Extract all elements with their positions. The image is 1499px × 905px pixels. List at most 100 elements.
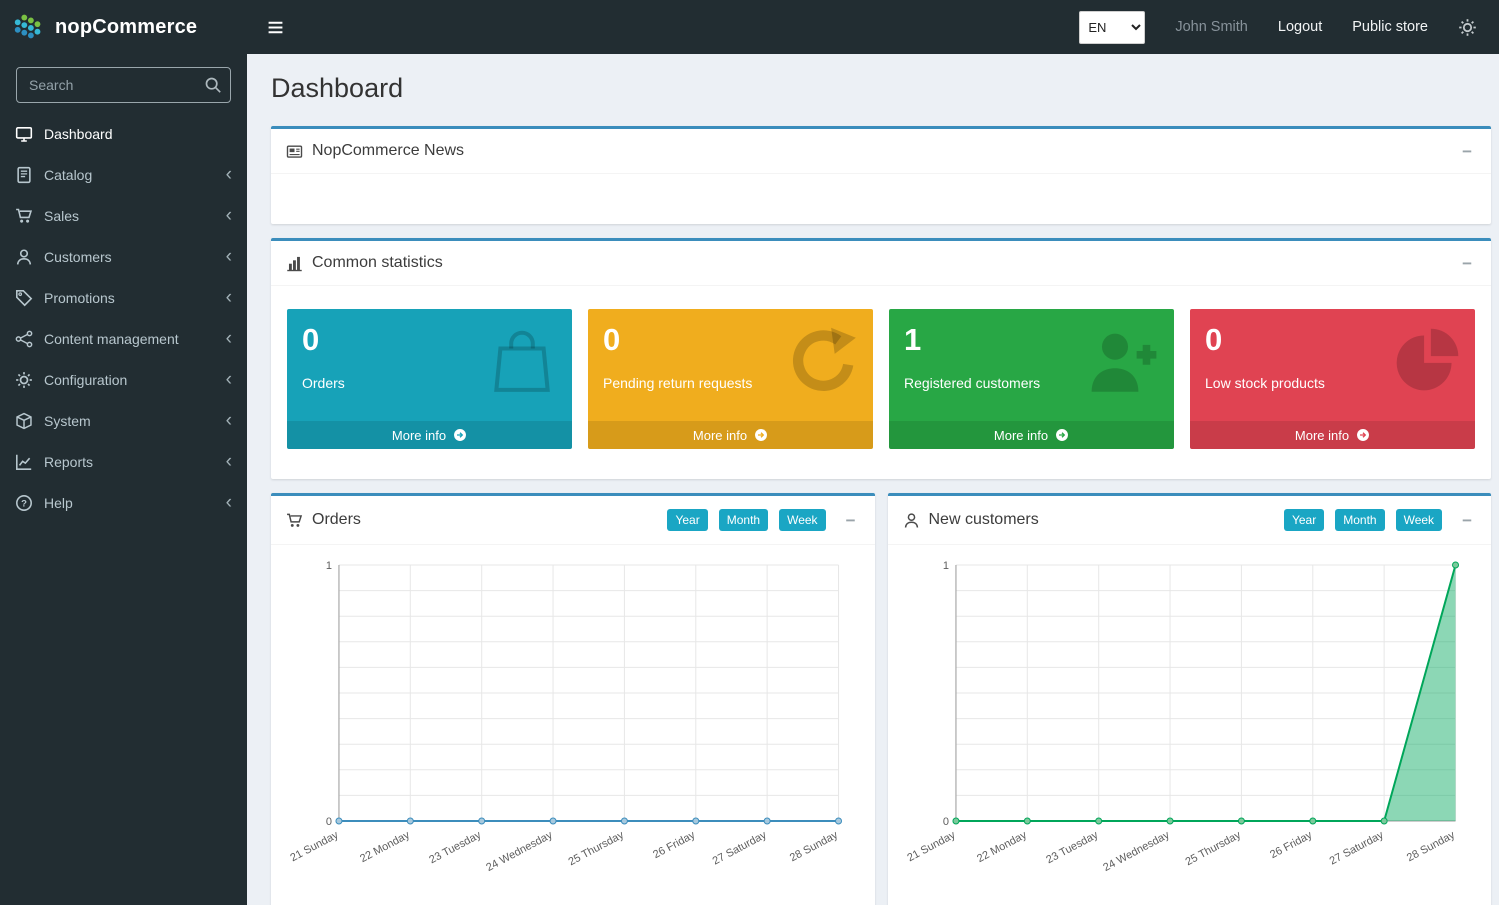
cart-icon [15, 207, 33, 225]
pie-chart-icon [1389, 326, 1461, 398]
more-info-link[interactable]: More info [1190, 421, 1475, 449]
new-customers-chart-panel: New customers Year Month Week − 0121 Sun… [888, 493, 1492, 905]
common-statistics-panel: Common statistics − 0 Orders More info 0… [271, 238, 1491, 479]
orders-chart-panel: Orders Year Month Week − 0121 Sunday22 M… [271, 493, 875, 905]
new-customers-chart-title: New customers [929, 511, 1039, 529]
svg-text:21 Sunday: 21 Sunday [905, 829, 957, 865]
sidebar-item-label: Configuration [44, 372, 127, 388]
svg-text:21 Sunday: 21 Sunday [288, 829, 340, 865]
sidebar-item-label: Catalog [44, 167, 92, 183]
sidebar-item-dashboard[interactable]: Dashboard [0, 113, 247, 154]
sidebar-item-system[interactable]: System ‹ [0, 400, 247, 441]
arrow-circle-right-icon [453, 428, 467, 442]
customers-year-button[interactable]: Year [1284, 509, 1324, 531]
arrow-circle-right-icon [1055, 428, 1069, 442]
customers-month-button[interactable]: Month [1335, 509, 1384, 531]
svg-text:22 Monday: 22 Monday [358, 829, 412, 865]
user-icon [15, 248, 33, 266]
public-store-link[interactable]: Public store [1352, 19, 1428, 35]
sidebar-item-label: Customers [44, 249, 112, 265]
sidebar: nopCommerce Dashboard Catalog ‹ Sales ‹ … [0, 0, 247, 905]
sidebar-item-content-management[interactable]: Content management ‹ [0, 318, 247, 359]
svg-text:25 Thursday: 25 Thursday [1183, 829, 1243, 868]
gear-icon[interactable] [1458, 18, 1477, 37]
pending-returns-stat-box: 0 Pending return requests More info [588, 309, 873, 449]
brand-logo[interactable]: nopCommerce [0, 0, 247, 54]
monitor-icon [15, 125, 33, 143]
svg-text:26 Friday: 26 Friday [651, 829, 697, 861]
orders-year-button[interactable]: Year [667, 509, 707, 531]
svg-text:28 Sunday: 28 Sunday [1404, 829, 1456, 865]
topbar: EN John Smith Logout Public store [247, 0, 1499, 54]
brand-name: nopCommerce [55, 16, 197, 39]
more-info-link[interactable]: More info [287, 421, 572, 449]
topbar-right: EN John Smith Logout Public store [1079, 11, 1499, 44]
sidebar-nav: Dashboard Catalog ‹ Sales ‹ Customers ‹ … [0, 113, 247, 523]
bar-chart-icon [286, 255, 303, 272]
sitemap-icon [15, 330, 33, 348]
chevron-left-icon: ‹ [226, 452, 232, 471]
svg-text:24 Wednesday: 24 Wednesday [1101, 829, 1172, 874]
new-customers-chart-body: 0121 Sunday22 Monday23 Tuesday24 Wednesd… [888, 545, 1492, 899]
arrow-circle-right-icon [754, 428, 768, 442]
chevron-left-icon: ‹ [226, 493, 232, 512]
chevron-left-icon: ‹ [226, 206, 232, 225]
orders-chart-title: Orders [312, 511, 361, 529]
svg-text:26 Friday: 26 Friday [1268, 829, 1314, 861]
sidebar-item-promotions[interactable]: Promotions ‹ [0, 277, 247, 318]
orders-week-button[interactable]: Week [779, 509, 825, 531]
svg-text:24 Wednesday: 24 Wednesday [484, 829, 555, 874]
collapse-icon[interactable]: − [842, 512, 860, 529]
chevron-left-icon: ‹ [226, 370, 232, 389]
book-icon [15, 166, 33, 184]
sidebar-search [16, 67, 231, 103]
more-info-link[interactable]: More info [588, 421, 873, 449]
orders-month-button[interactable]: Month [719, 509, 768, 531]
sidebar-item-help[interactable]: Help ‹ [0, 482, 247, 523]
shopping-bag-icon [486, 326, 558, 398]
sidebar-item-sales[interactable]: Sales ‹ [0, 195, 247, 236]
sidebar-item-catalog[interactable]: Catalog ‹ [0, 154, 247, 195]
svg-text:27 Saturday: 27 Saturday [711, 829, 769, 868]
chart-line-icon [15, 453, 33, 471]
customers-week-button[interactable]: Week [1396, 509, 1442, 531]
orders-stat-box: 0 Orders More info [287, 309, 572, 449]
low-stock-stat-box: 0 Low stock products More info [1190, 309, 1475, 449]
newspaper-icon [286, 143, 303, 160]
chevron-left-icon: ‹ [226, 411, 232, 430]
sidebar-item-reports[interactable]: Reports ‹ [0, 441, 247, 482]
more-info-link[interactable]: More info [889, 421, 1174, 449]
svg-text:27 Saturday: 27 Saturday [1327, 829, 1385, 868]
user-plus-icon [1088, 326, 1160, 398]
sidebar-item-label: Content management [44, 331, 179, 347]
svg-text:25 Thursday: 25 Thursday [566, 829, 626, 868]
svg-text:0: 0 [326, 816, 332, 828]
search-icon[interactable] [204, 76, 222, 94]
sidebar-item-label: Dashboard [44, 126, 113, 142]
collapse-icon[interactable]: − [1458, 255, 1476, 272]
collapse-icon[interactable]: − [1458, 512, 1476, 529]
search-input[interactable] [16, 67, 231, 103]
hamburger-menu-icon[interactable] [247, 0, 303, 54]
svg-text:22 Monday: 22 Monday [975, 829, 1029, 865]
user-name: John Smith [1175, 19, 1248, 35]
main-content: Dashboard NopCommerce News − Common stat… [247, 54, 1499, 905]
logout-button[interactable]: Logout [1278, 19, 1322, 35]
statistics-boxes: 0 Orders More info 0 Pending return requ… [271, 286, 1491, 479]
collapse-icon[interactable]: − [1458, 143, 1476, 160]
refresh-icon [787, 326, 859, 398]
statistics-panel-title: Common statistics [312, 254, 443, 272]
sidebar-item-customers[interactable]: Customers ‹ [0, 236, 247, 277]
nopcommerce-logo-icon [12, 11, 46, 43]
new-customers-line-chart: 0121 Sunday22 Monday23 Tuesday24 Wednesd… [900, 551, 1480, 899]
orders-chart-header: Orders Year Month Week − [271, 496, 875, 545]
arrow-circle-right-icon [1356, 428, 1370, 442]
gears-icon [15, 371, 33, 389]
charts-row: Orders Year Month Week − 0121 Sunday22 M… [271, 493, 1491, 905]
chevron-left-icon: ‹ [226, 329, 232, 348]
news-panel-body [271, 174, 1491, 224]
cart-icon [286, 512, 303, 529]
sidebar-item-configuration[interactable]: Configuration ‹ [0, 359, 247, 400]
chevron-left-icon: ‹ [226, 288, 232, 307]
language-select[interactable]: EN [1079, 11, 1145, 44]
